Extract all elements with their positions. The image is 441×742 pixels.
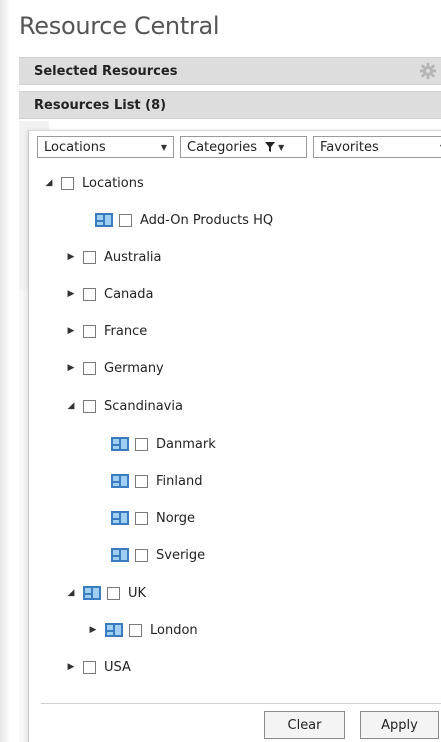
tree-item-norge[interactable]: Norge bbox=[109, 508, 195, 528]
checkbox[interactable] bbox=[83, 324, 96, 338]
filter-bar: Locations ▼ Categories ▼ Favorites ▼ bbox=[37, 136, 441, 158]
page-title: Resource Central bbox=[19, 12, 220, 40]
tree-item-label: Danmark bbox=[156, 436, 216, 452]
collapsed-arrow-icon[interactable]: ▶ bbox=[65, 661, 77, 673]
tree-item-label: Scandinavia bbox=[104, 398, 183, 414]
tree-item-uk[interactable]: ◢ UK bbox=[65, 583, 147, 603]
tree-item-label: USA bbox=[104, 659, 131, 675]
tree-item-usa[interactable]: ▶ USA bbox=[65, 657, 131, 677]
tree-item-canada[interactable]: ▶ Canada bbox=[65, 284, 154, 304]
checkbox[interactable] bbox=[83, 287, 96, 301]
resource-icon bbox=[105, 623, 123, 637]
resource-icon bbox=[111, 548, 129, 562]
tree-item-label: Canada bbox=[104, 286, 154, 302]
tree-item-london[interactable]: ▶ London bbox=[87, 620, 198, 640]
checkbox[interactable] bbox=[107, 586, 120, 600]
resource-icon bbox=[111, 511, 129, 525]
tree-item-locations[interactable]: ◢ Locations bbox=[43, 173, 144, 193]
resource-central-panel: Resource Central Selected Resources Reso… bbox=[0, 0, 441, 742]
checkbox[interactable] bbox=[135, 511, 148, 525]
expanded-arrow-icon[interactable]: ◢ bbox=[43, 177, 55, 189]
filter-icon bbox=[265, 142, 276, 152]
apply-button[interactable]: Apply bbox=[360, 711, 439, 739]
categories-dropdown[interactable]: Categories ▼ bbox=[180, 136, 307, 158]
resource-icon bbox=[111, 437, 129, 451]
resource-icon bbox=[83, 586, 101, 600]
tree-item-add-on-products-hq[interactable]: Add-On Products HQ bbox=[93, 210, 273, 230]
chevron-down-icon: ▼ bbox=[278, 142, 285, 152]
locations-dropdown-label: Locations bbox=[44, 139, 106, 155]
tree-item-label: Add-On Products HQ bbox=[140, 212, 274, 228]
checkbox[interactable] bbox=[129, 623, 142, 637]
checkbox[interactable] bbox=[61, 176, 74, 190]
resource-filter-popup: Locations ▼ Categories ▼ Favorites ▼ ◢ L… bbox=[28, 130, 441, 742]
favorites-dropdown[interactable]: Favorites ▼ bbox=[313, 136, 441, 158]
gear-icon[interactable] bbox=[419, 62, 437, 80]
chevron-down-icon: ▼ bbox=[160, 142, 167, 152]
selected-resources-label: Selected Resources bbox=[34, 63, 178, 79]
collapsed-arrow-icon[interactable]: ▶ bbox=[87, 624, 99, 636]
tree-item-label: Germany bbox=[104, 360, 164, 376]
tree-item-label: Norge bbox=[156, 510, 196, 526]
collapsed-arrow-icon[interactable]: ▶ bbox=[65, 362, 77, 374]
checkbox[interactable] bbox=[83, 660, 96, 674]
tree-item-danmark[interactable]: Danmark bbox=[109, 434, 216, 454]
tree-item-label: Finland bbox=[156, 473, 203, 489]
tree-item-france[interactable]: ▶ France bbox=[65, 321, 148, 341]
tree-item-label: Sverige bbox=[156, 547, 206, 563]
checkbox[interactable] bbox=[135, 548, 148, 562]
tree-item-sverige[interactable]: Sverige bbox=[109, 545, 205, 565]
checkbox[interactable] bbox=[135, 474, 148, 488]
resources-list-label: Resources List (8) bbox=[34, 97, 167, 113]
clear-button[interactable]: Clear bbox=[264, 711, 345, 739]
collapsed-arrow-icon[interactable]: ▶ bbox=[65, 325, 77, 337]
tree-item-australia[interactable]: ▶ Australia bbox=[65, 247, 162, 267]
checkbox[interactable] bbox=[83, 399, 96, 413]
tree-item-label: France bbox=[104, 323, 148, 339]
tree-item-finland[interactable]: Finland bbox=[109, 471, 202, 491]
checkbox[interactable] bbox=[83, 361, 96, 375]
collapsed-arrow-icon[interactable]: ▶ bbox=[65, 251, 77, 263]
tree-item-scandinavia[interactable]: ◢ Scandinavia bbox=[65, 396, 183, 416]
checkbox[interactable] bbox=[119, 213, 132, 227]
selected-resources-header[interactable]: Selected Resources bbox=[19, 57, 441, 85]
categories-dropdown-label: Categories bbox=[187, 139, 258, 155]
locations-dropdown[interactable]: Locations ▼ bbox=[37, 136, 174, 158]
checkbox[interactable] bbox=[135, 437, 148, 451]
tree-item-label: Locations bbox=[82, 175, 144, 191]
tree-item-label: UK bbox=[128, 585, 147, 601]
tree-item-label: London bbox=[150, 622, 198, 638]
tree-item-label: Australia bbox=[104, 249, 162, 265]
collapsed-arrow-icon[interactable]: ▶ bbox=[65, 288, 77, 300]
resource-icon bbox=[95, 213, 113, 227]
tree-item-germany[interactable]: ▶ Germany bbox=[65, 358, 164, 378]
resource-icon bbox=[111, 474, 129, 488]
checkbox[interactable] bbox=[83, 250, 96, 264]
resources-list-header[interactable]: Resources List (8) bbox=[19, 91, 441, 119]
favorites-dropdown-label: Favorites bbox=[320, 139, 379, 155]
expanded-arrow-icon[interactable]: ◢ bbox=[65, 587, 77, 599]
expanded-arrow-icon[interactable]: ◢ bbox=[65, 400, 77, 412]
